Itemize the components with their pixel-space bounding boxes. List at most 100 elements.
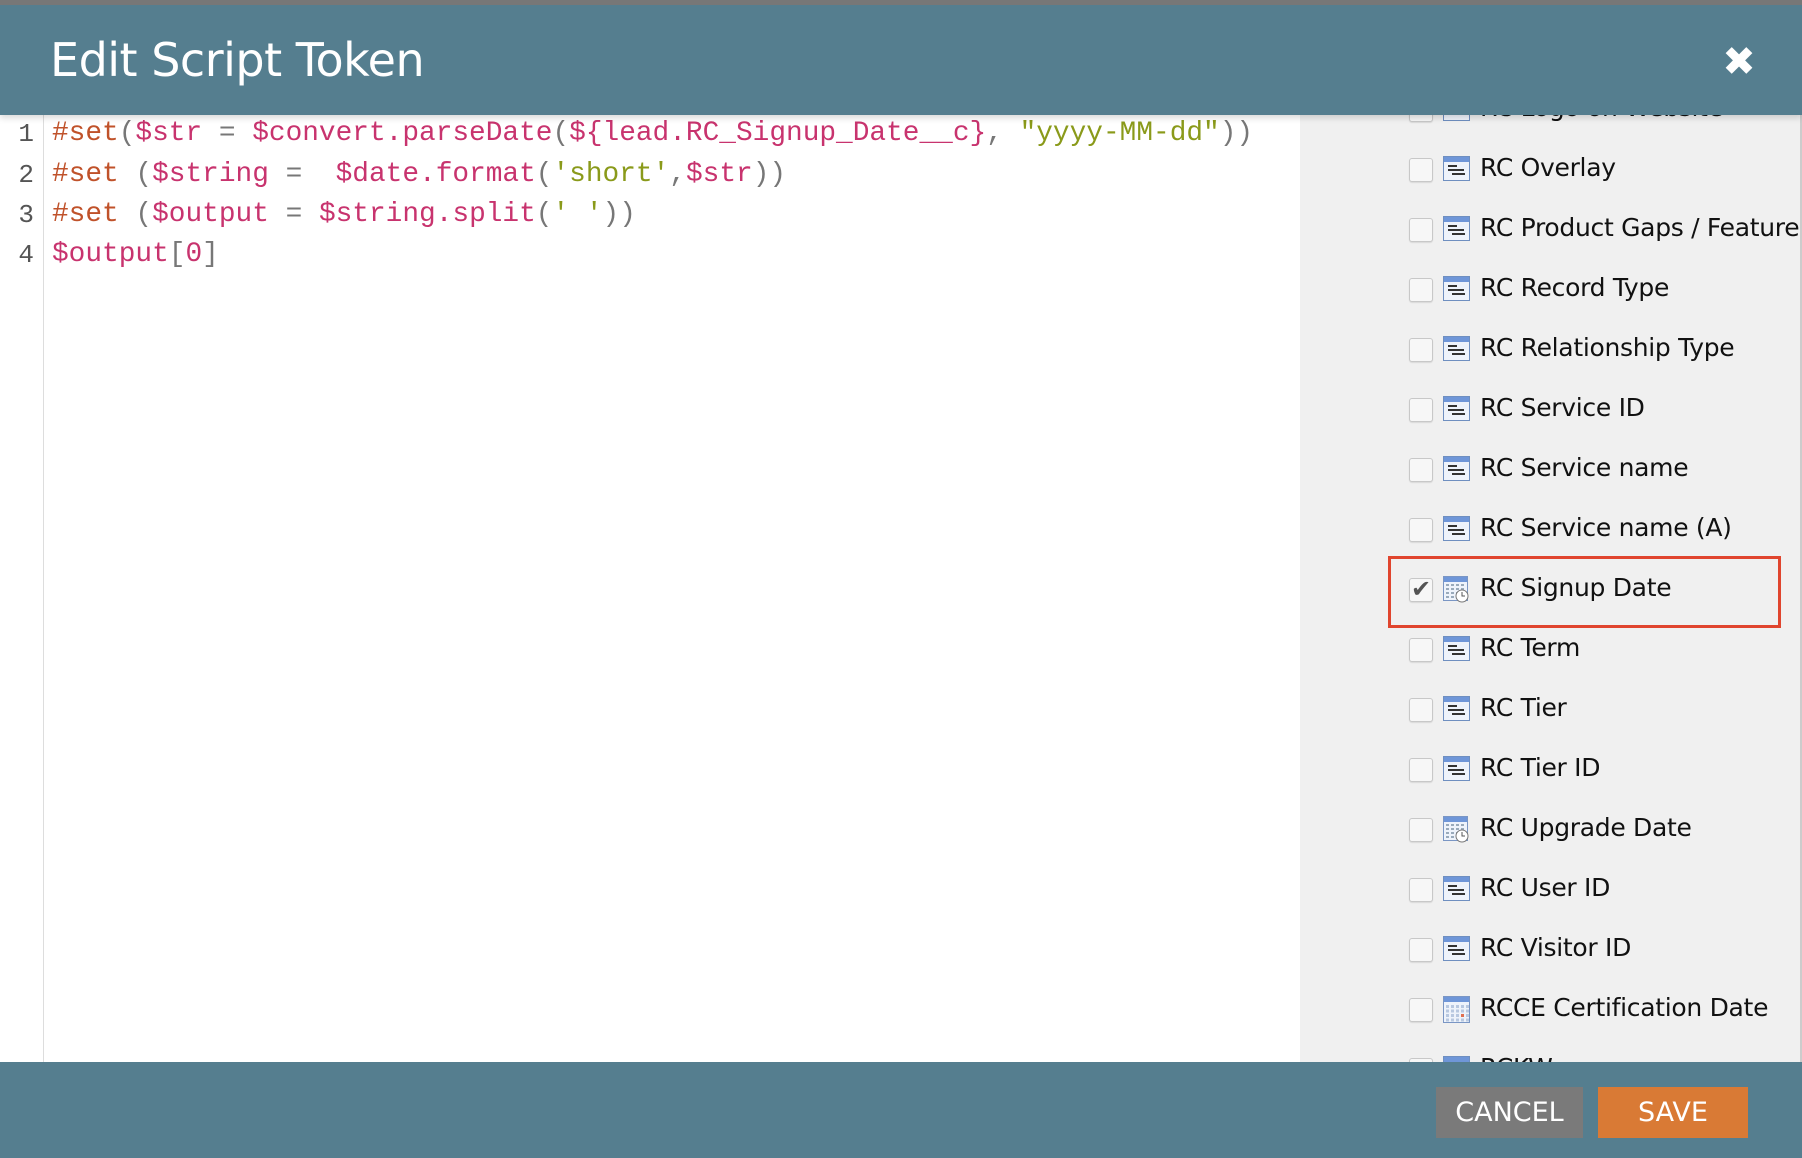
field-checkbox[interactable] xyxy=(1409,458,1433,482)
field-label: RC Visitor ID xyxy=(1480,933,1632,962)
code-token: $output xyxy=(52,239,169,270)
field-checkbox[interactable] xyxy=(1409,338,1433,362)
field-list-item[interactable]: RC Visitor ID xyxy=(1300,919,1800,979)
field-checkbox[interactable] xyxy=(1409,115,1433,122)
field-list-item[interactable]: RC Logo on Website xyxy=(1300,115,1800,139)
datetime-field-icon xyxy=(1443,816,1470,843)
field-list-panel[interactable]: RC Logo on Website RC Overlay RC Product G… xyxy=(1300,115,1802,1062)
field-checkbox[interactable] xyxy=(1409,398,1433,422)
field-list-item[interactable]: RC Tier xyxy=(1300,679,1800,739)
datetime-field-icon xyxy=(1443,576,1470,603)
field-checkbox[interactable] xyxy=(1409,518,1433,542)
text-field-icon xyxy=(1443,115,1470,121)
code-line[interactable]: #set ($output = $string.split(' ')) xyxy=(52,199,636,230)
text-field-icon xyxy=(1443,696,1470,721)
code-token: = xyxy=(268,199,319,230)
code-token: $string xyxy=(152,159,269,190)
field-label: RC User ID xyxy=(1480,873,1611,902)
field-checkbox[interactable] xyxy=(1409,818,1433,842)
code-token: #set xyxy=(52,118,119,149)
field-label: RC Tier ID xyxy=(1480,753,1601,782)
text-field-icon xyxy=(1443,756,1470,781)
text-field-icon xyxy=(1443,516,1470,541)
code-token: #set xyxy=(52,199,119,230)
code-token: ] xyxy=(202,239,219,270)
code-token: [ xyxy=(168,239,186,270)
field-list-item[interactable]: RC Record Type xyxy=(1300,259,1800,319)
field-checkbox[interactable] xyxy=(1409,218,1433,242)
field-label: RCKW xyxy=(1480,1053,1553,1062)
field-label: RC Tier xyxy=(1480,693,1567,722)
field-label: RC Service name (A) xyxy=(1480,513,1732,542)
field-list-item[interactable]: RC Overlay xyxy=(1300,139,1800,199)
field-list-item[interactable]: RC Term xyxy=(1300,619,1800,679)
line-number: 2 xyxy=(18,160,34,190)
field-checkbox[interactable] xyxy=(1409,698,1433,722)
text-field-icon xyxy=(1443,636,1470,661)
field-list-item[interactable]: RC User ID xyxy=(1300,859,1800,919)
code-line[interactable]: $output[0] xyxy=(52,239,219,270)
code-token: ( xyxy=(118,159,153,190)
field-list-item[interactable]: RC Signup Date xyxy=(1300,559,1800,619)
code-token: 0 xyxy=(185,239,203,270)
line-number: 1 xyxy=(18,119,34,149)
code-line[interactable]: #set($str = $convert.parseDate(${lead.RC… xyxy=(52,118,1253,149)
script-editor[interactable]: 1234 #set($str = $convert.parseDate(${le… xyxy=(0,115,1300,1062)
field-list-item[interactable]: RCKW xyxy=(1300,1039,1800,1062)
field-label: RC Upgrade Date xyxy=(1480,813,1692,842)
background-page-strip xyxy=(0,0,1802,5)
field-label: RC Term xyxy=(1480,633,1581,662)
code-token: ( xyxy=(118,199,153,230)
code-token: #set xyxy=(52,159,119,190)
dialog-title: Edit Script Token xyxy=(50,33,425,87)
field-checkbox[interactable] xyxy=(1409,758,1433,782)
code-token: 'short' xyxy=(552,159,670,190)
field-list-item[interactable]: RCCE Certification Date xyxy=(1300,979,1800,1039)
field-label: RC Relationship Type xyxy=(1480,333,1735,362)
code-line[interactable]: #set ($string = $date.format('short',$st… xyxy=(52,159,786,190)
code-token: ${lead.RC_Signup_Date__c} xyxy=(569,118,987,149)
dialog-footer: CANCEL SAVE xyxy=(0,1062,1802,1158)
code-token: $convert.parseDate xyxy=(252,118,553,149)
code-token: , xyxy=(986,118,1020,149)
field-label: RC Service name xyxy=(1480,453,1689,482)
code-token: ( xyxy=(118,118,136,149)
code-token: = xyxy=(202,118,253,149)
code-token: ( xyxy=(535,159,553,190)
code-token: = xyxy=(268,159,336,190)
line-number: 4 xyxy=(18,240,34,270)
field-list-item[interactable]: RC Upgrade Date xyxy=(1300,799,1800,859)
save-button[interactable]: SAVE xyxy=(1598,1087,1748,1138)
field-label: RCCE Certification Date xyxy=(1480,993,1769,1022)
code-token: $date.format xyxy=(335,159,536,190)
field-list-item[interactable]: RC Relationship Type xyxy=(1300,319,1800,379)
field-list-item[interactable]: RC Service name xyxy=(1300,439,1800,499)
field-list-item[interactable]: RC Tier ID xyxy=(1300,739,1800,799)
close-icon[interactable]: ✖ xyxy=(1718,41,1760,83)
field-list-item[interactable]: RC Product Gaps / Features xyxy=(1300,199,1800,259)
cancel-button[interactable]: CANCEL xyxy=(1436,1087,1583,1138)
line-number: 3 xyxy=(18,200,34,230)
field-checkbox[interactable] xyxy=(1409,575,1433,603)
field-list-item[interactable]: RC Service ID xyxy=(1300,379,1800,439)
field-checkbox[interactable] xyxy=(1409,158,1433,182)
text-field-icon xyxy=(1443,396,1470,421)
field-label: RC Overlay xyxy=(1480,153,1616,182)
code-token: $str xyxy=(135,118,203,149)
text-field-icon xyxy=(1443,276,1470,301)
text-field-icon xyxy=(1443,336,1470,361)
code-token: $string.split xyxy=(318,199,536,230)
code-token: $str xyxy=(685,159,753,190)
calendar-field-icon xyxy=(1443,996,1470,1023)
field-label: RC Logo on Website xyxy=(1480,115,1723,122)
line-number-gutter: 1 2 3 4 xyxy=(0,115,44,1062)
field-checkbox[interactable] xyxy=(1409,998,1433,1022)
field-checkbox[interactable] xyxy=(1409,278,1433,302)
field-label: RC Signup Date xyxy=(1480,573,1672,602)
field-list-item[interactable]: RC Service name (A) xyxy=(1300,499,1800,559)
field-checkbox[interactable] xyxy=(1409,878,1433,902)
code-token: )) xyxy=(1219,118,1254,149)
field-checkbox[interactable] xyxy=(1409,638,1433,662)
field-checkbox[interactable] xyxy=(1409,938,1433,962)
field-list: RC Logo on Website RC Overlay RC Product G… xyxy=(1300,115,1800,1062)
